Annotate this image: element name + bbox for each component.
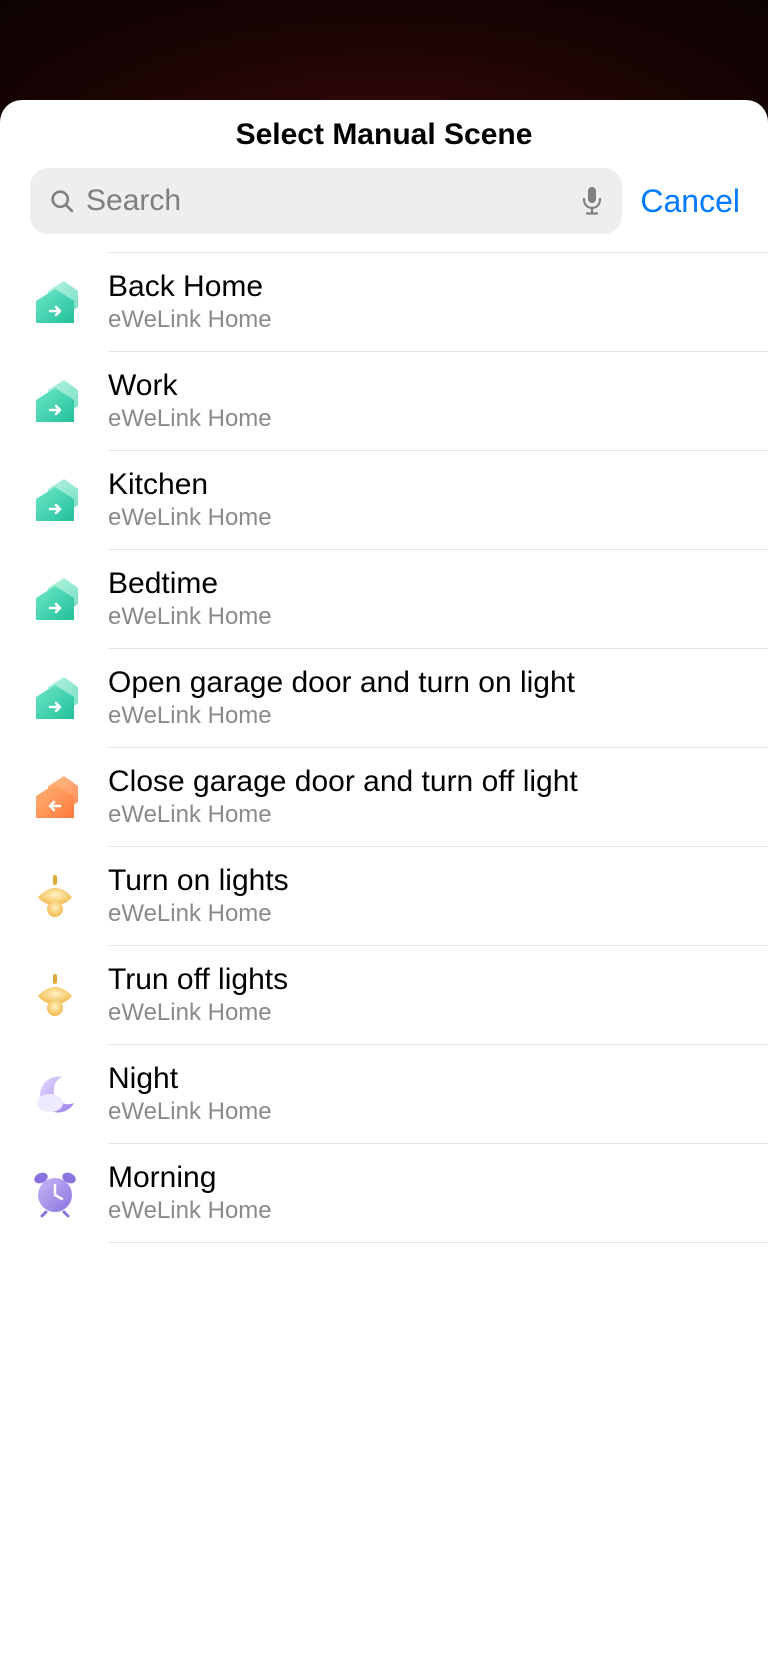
scene-title: Close garage door and turn off light (108, 765, 748, 799)
scene-title: Bedtime (108, 567, 748, 601)
scene-title: Morning (108, 1161, 748, 1195)
scene-row[interactable]: KitcheneWeLink Home (0, 451, 768, 549)
scene-row[interactable]: Turn on lightseWeLink Home (0, 847, 768, 945)
search-input[interactable] (86, 184, 570, 218)
microphone-icon[interactable] (580, 185, 604, 217)
home-green-icon (30, 376, 80, 426)
scene-row-text: NighteWeLink Home (108, 1062, 748, 1126)
scene-subtitle: eWeLink Home (108, 504, 748, 532)
scene-row[interactable]: Close garage door and turn off lighteWeL… (0, 748, 768, 846)
home-green-icon (30, 277, 80, 327)
scene-row[interactable]: Trun off lightseWeLink Home (0, 946, 768, 1044)
scene-subtitle: eWeLink Home (108, 900, 748, 928)
scene-subtitle: eWeLink Home (108, 405, 748, 433)
scene-row[interactable]: Back HomeeWeLink Home (0, 253, 768, 351)
scene-row[interactable]: BedtimeeWeLink Home (0, 550, 768, 648)
scene-row[interactable]: Open garage door and turn on lighteWeLin… (0, 649, 768, 747)
scene-title: Back Home (108, 270, 748, 304)
lamp-icon (30, 970, 80, 1020)
home-green-icon (30, 574, 80, 624)
search-icon (48, 187, 76, 215)
scene-title: Open garage door and turn on light (108, 666, 748, 700)
scene-row-text: Turn on lightseWeLink Home (108, 864, 748, 928)
scene-row-text: Back HomeeWeLink Home (108, 270, 748, 334)
scene-subtitle: eWeLink Home (108, 702, 748, 730)
cancel-button[interactable]: Cancel (640, 183, 740, 220)
scene-row[interactable]: NighteWeLink Home (0, 1045, 768, 1143)
search-row: Cancel (0, 168, 768, 234)
scene-list[interactable]: Back HomeeWeLink Home WorkeWeLink Home K… (0, 252, 768, 1662)
sheet-title: Select Manual Scene (0, 100, 768, 168)
scene-row-text: BedtimeeWeLink Home (108, 567, 748, 631)
moon-icon (30, 1069, 80, 1119)
home-green-icon (30, 475, 80, 525)
scene-row-text: Open garage door and turn on lighteWeLin… (108, 666, 748, 730)
home-orange-icon (30, 772, 80, 822)
scene-title: Work (108, 369, 748, 403)
lamp-icon (30, 871, 80, 921)
scene-title: Kitchen (108, 468, 748, 502)
scene-subtitle: eWeLink Home (108, 603, 748, 631)
scene-row[interactable]: MorningeWeLink Home (0, 1144, 768, 1242)
scene-title: Night (108, 1062, 748, 1096)
scene-subtitle: eWeLink Home (108, 306, 748, 334)
scene-picker-sheet: Select Manual Scene Cancel (0, 100, 768, 1662)
scene-subtitle: eWeLink Home (108, 999, 748, 1027)
home-green-icon (30, 673, 80, 723)
scene-row-text: KitcheneWeLink Home (108, 468, 748, 532)
clock-icon (30, 1168, 80, 1218)
scene-row-text: MorningeWeLink Home (108, 1161, 748, 1225)
scene-row-text: Trun off lightseWeLink Home (108, 963, 748, 1027)
scene-title: Trun off lights (108, 963, 748, 997)
scene-subtitle: eWeLink Home (108, 1197, 748, 1225)
scene-subtitle: eWeLink Home (108, 801, 748, 829)
search-box[interactable] (30, 168, 622, 234)
scene-row-text: WorkeWeLink Home (108, 369, 748, 433)
scene-subtitle: eWeLink Home (108, 1098, 748, 1126)
scene-title: Turn on lights (108, 864, 748, 898)
scene-row[interactable]: WorkeWeLink Home (0, 352, 768, 450)
divider (108, 1242, 768, 1243)
scene-row-text: Close garage door and turn off lighteWeL… (108, 765, 748, 829)
